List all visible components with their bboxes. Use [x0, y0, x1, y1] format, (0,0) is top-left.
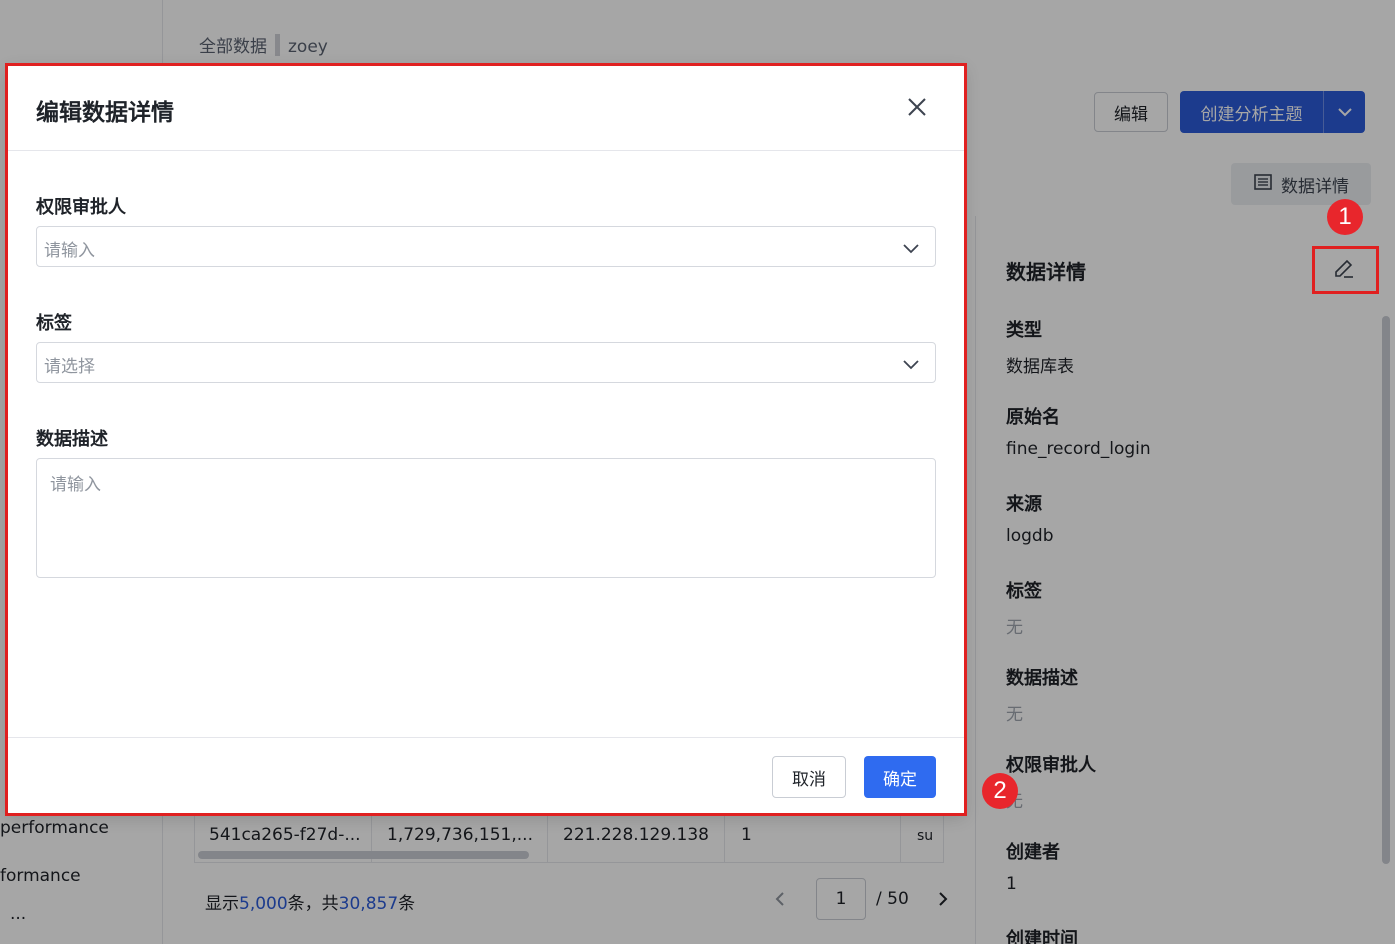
tags-label: 标签 — [36, 313, 72, 334]
approver-label: 权限审批人 — [36, 197, 126, 218]
description-textarea[interactable]: 请输入 — [36, 458, 936, 578]
confirm-button[interactable]: 确定 — [864, 756, 936, 798]
annotation-badge-2: 2 — [982, 773, 1018, 809]
annotation-badge-1: 1 — [1327, 199, 1363, 235]
description-placeholder: 请输入 — [50, 475, 101, 495]
modal-header: 编辑数据详情 — [7, 65, 965, 151]
tags-select[interactable]: 请选择 — [36, 342, 936, 383]
modal-footer-divider — [7, 737, 965, 738]
cancel-button[interactable]: 取消 — [772, 756, 846, 798]
close-icon[interactable] — [905, 95, 929, 119]
edit-detail-modal: 编辑数据详情 权限审批人 请输入 标签 请选择 数据描述 请输入 取消 确定 — [7, 65, 965, 814]
approver-placeholder: 请输入 — [44, 241, 95, 261]
modal-title: 编辑数据详情 — [36, 100, 174, 126]
annotation-outline-edit-icon — [1312, 246, 1379, 294]
approver-select[interactable]: 请输入 — [36, 226, 936, 267]
chevron-down-icon[interactable] — [901, 238, 921, 258]
tags-placeholder: 请选择 — [44, 357, 95, 377]
description-label: 数据描述 — [36, 429, 108, 450]
chevron-down-icon[interactable] — [901, 354, 921, 374]
